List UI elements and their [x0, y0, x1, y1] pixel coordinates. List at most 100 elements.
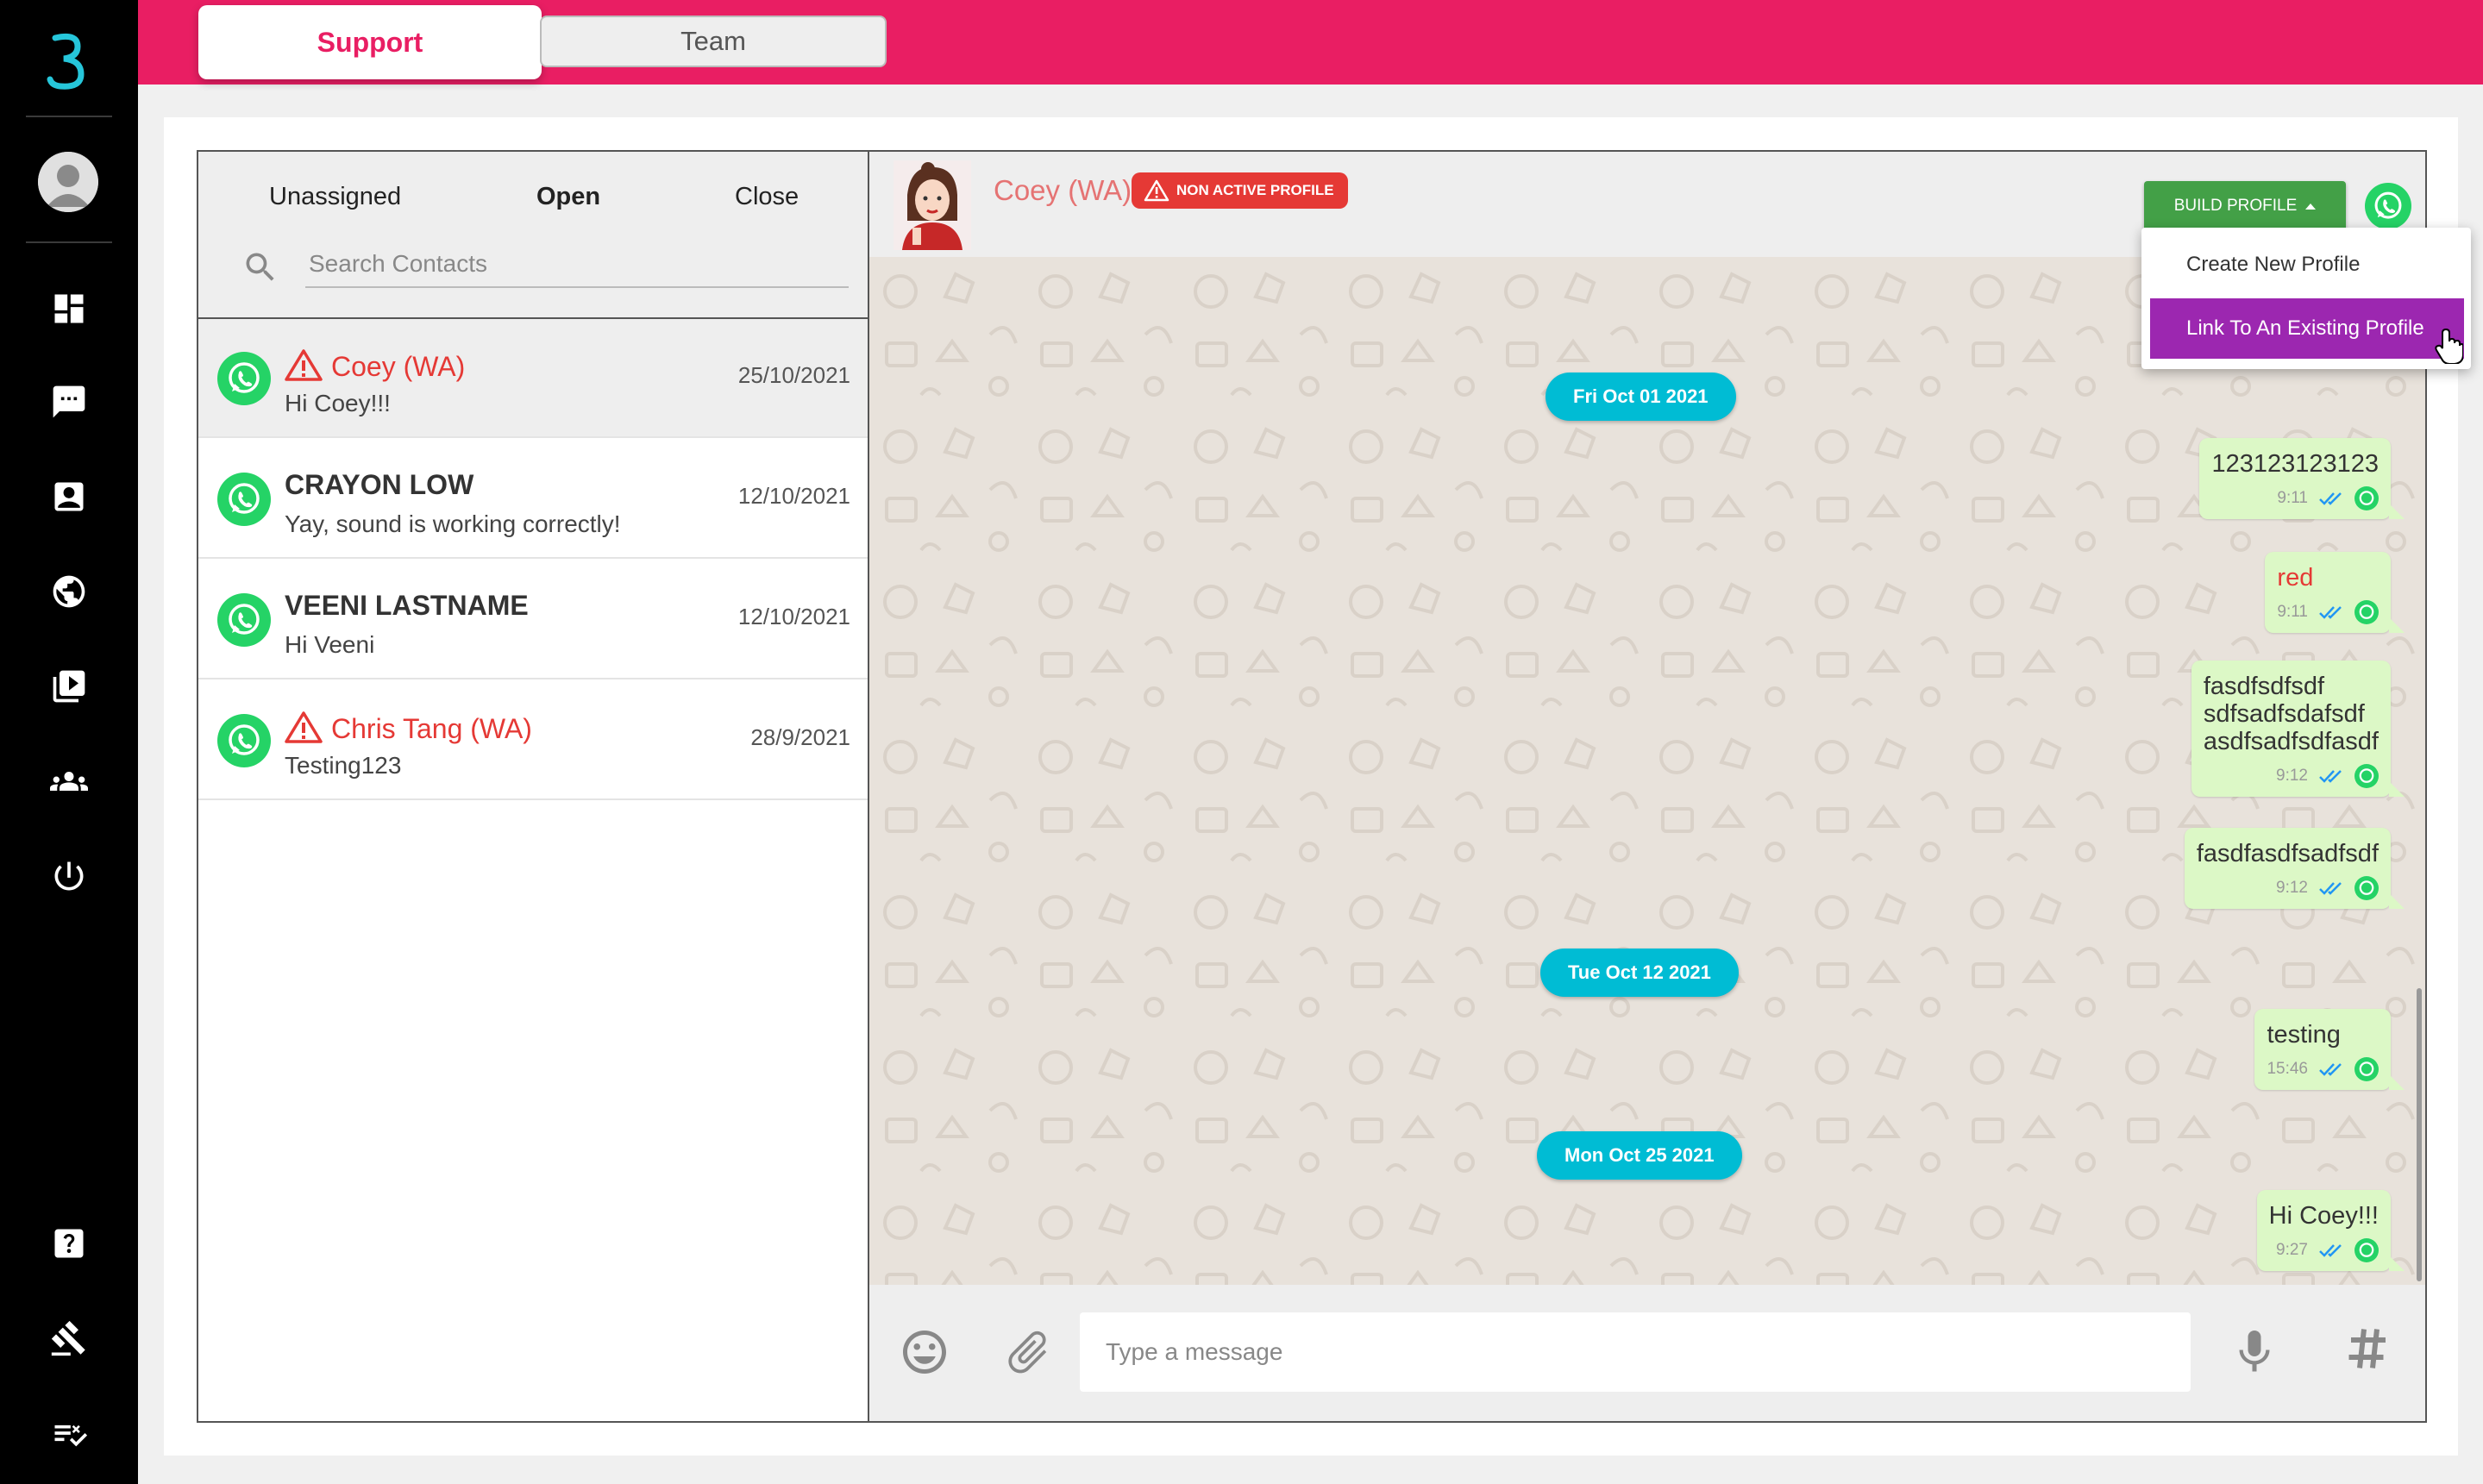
double-check-icon: [2319, 882, 2342, 895]
message-text: Hi Coey!!!: [2268, 1202, 2379, 1230]
filter-open[interactable]: Open: [536, 183, 600, 211]
filter-close[interactable]: Close: [735, 183, 799, 211]
whatsapp-icon: [217, 593, 271, 647]
search-input[interactable]: [305, 241, 849, 288]
message-time: 9:12: [2276, 767, 2308, 785]
contact-name: VEENI LASTNAME: [285, 590, 529, 621]
search-icon: [246, 253, 274, 281]
message-time: 9:11: [2277, 603, 2308, 621]
contact-date: 12/10/2021: [737, 483, 850, 509]
whatsapp-icon: [217, 714, 271, 767]
app-logo[interactable]: [43, 29, 91, 91]
whatsapp-icon[interactable]: [2365, 183, 2411, 229]
menu-item-create-new-profile[interactable]: Create New Profile: [2150, 235, 2464, 295]
message-text: fasdfsdfsdf sdfsadfsdafsdf asdfsadfsdfas…: [2203, 673, 2379, 755]
menu-item-link-existing-profile[interactable]: Link To An Existing Profile: [2150, 298, 2464, 359]
contact-row[interactable]: Chris Tang (WA) Testing123 28/9/2021: [198, 681, 868, 800]
contact-row[interactable]: VEENI LASTNAME Hi Veeni 12/10/2021: [198, 560, 868, 679]
hashtag-icon[interactable]: [2342, 1323, 2394, 1374]
caret-up-icon: [2305, 203, 2317, 210]
message-meta: 15:46: [2267, 1057, 2379, 1081]
message-bubble[interactable]: Hi Coey!!! 9:27: [2256, 1190, 2405, 1271]
contact-last-message: Hi Coey!!!: [285, 390, 391, 416]
contact-avatar[interactable]: [894, 160, 971, 250]
contact-name: Chris Tang (WA): [285, 711, 532, 745]
contact-name: CRAYON LOW: [285, 469, 474, 500]
whatsapp-icon: [2354, 1057, 2379, 1081]
contact-name-text: Coey (WA): [331, 351, 466, 382]
tab-support[interactable]: Support: [198, 5, 542, 79]
warning-icon: [285, 711, 323, 743]
microphone-icon[interactable]: [2229, 1326, 2280, 1378]
nav-divider: [26, 241, 112, 243]
team-icon[interactable]: [45, 757, 93, 805]
message-text: 123123123123: [2211, 450, 2379, 478]
message-meta: 9:11: [2211, 486, 2379, 510]
user-avatar[interactable]: [38, 152, 98, 212]
whatsapp-icon: [2354, 1238, 2379, 1262]
message-meta: 9:27: [2269, 1238, 2379, 1262]
double-check-icon: [2319, 1244, 2342, 1257]
gavel-icon[interactable]: [45, 1314, 93, 1362]
message-bubble[interactable]: fasdfasdfsadfsdf 9:12: [2184, 828, 2405, 909]
chat-scrollbar[interactable]: [2417, 988, 2422, 1281]
chat-contact-name: Coey (WA): [994, 174, 1132, 206]
globe-icon[interactable]: [45, 567, 93, 616]
emoji-icon[interactable]: [899, 1326, 950, 1378]
nav-divider: [26, 116, 112, 117]
build-profile-menu: Create New Profile Link To An Existing P…: [2141, 228, 2471, 369]
contacts-icon[interactable]: [45, 473, 93, 521]
message-text: testing: [2267, 1021, 2341, 1049]
contact-last-message: Hi Veeni: [285, 631, 375, 658]
message-bubble[interactable]: red 9:11: [2265, 552, 2405, 633]
message-time: 9:27: [2276, 1241, 2308, 1259]
warning-icon: [285, 349, 323, 381]
message-bubble[interactable]: fasdfsdfsdf sdfsadfsdafsdf asdfsadfsdfas…: [2191, 661, 2405, 797]
contact-name: Coey (WA): [285, 348, 465, 383]
hand-cursor-icon: [2435, 328, 2463, 364]
whatsapp-icon: [2354, 764, 2379, 788]
message-meta: 9:11: [2277, 600, 2379, 624]
contact-last-message: Testing123: [285, 752, 402, 779]
whatsapp-icon: [217, 352, 271, 405]
contact-row[interactable]: Coey (WA) Hi Coey!!! 25/10/2021: [198, 319, 868, 438]
message-meta: 9:12: [2204, 764, 2379, 788]
build-profile-label: BUILD PROFILE: [2173, 197, 2298, 215]
message-bubble[interactable]: testing 15:46: [2254, 1009, 2405, 1090]
tab-team[interactable]: Team: [540, 16, 887, 67]
warning-icon: [1144, 179, 1169, 202]
date-chip: Tue Oct 12 2021: [1540, 949, 1739, 997]
help-icon[interactable]: [45, 1219, 93, 1268]
whatsapp-icon: [217, 473, 271, 526]
filter-unassigned[interactable]: Unassigned: [269, 183, 401, 211]
message-time: 15:46: [2267, 1060, 2308, 1078]
chat-icon[interactable]: [45, 378, 93, 426]
nav-rail: [0, 0, 138, 1484]
status-badge: NON ACTIVE PROFILE: [1132, 172, 1348, 209]
whatsapp-icon: [2354, 876, 2379, 900]
contact-last-message: Yay, sound is working correctly!: [285, 510, 621, 537]
double-check-icon: [2319, 492, 2342, 505]
double-check-icon: [2319, 606, 2342, 619]
contact-name-text: Chris Tang (WA): [331, 713, 532, 744]
contact-date: 25/10/2021: [737, 362, 850, 388]
date-chip: Fri Oct 01 2021: [1546, 373, 1736, 421]
build-profile-button[interactable]: BUILD PROFILE: [2144, 181, 2346, 231]
message-bubble[interactable]: 123123123123 9:11: [2199, 438, 2405, 519]
contacts-header: Unassigned Open Close: [198, 152, 868, 319]
media-icon[interactable]: [45, 662, 93, 711]
double-check-icon: [2319, 770, 2342, 783]
contact-row[interactable]: CRAYON LOW Yay, sound is working correct…: [198, 440, 868, 559]
status-badge-text: NON ACTIVE PROFILE: [1176, 182, 1334, 198]
message-text: fasdfasdfsadfsdf: [2196, 840, 2379, 867]
dashboard-icon[interactable]: [45, 285, 93, 333]
attachment-icon[interactable]: [1002, 1326, 1054, 1378]
message-input[interactable]: [1080, 1312, 2191, 1392]
double-check-icon: [2319, 1063, 2342, 1076]
message-composer: [869, 1285, 2425, 1421]
checklist-icon[interactable]: [45, 1409, 93, 1457]
power-icon[interactable]: [45, 852, 93, 900]
contact-date: 12/10/2021: [737, 604, 850, 629]
whatsapp-icon: [2354, 600, 2379, 624]
message-meta: 9:12: [2197, 876, 2379, 900]
